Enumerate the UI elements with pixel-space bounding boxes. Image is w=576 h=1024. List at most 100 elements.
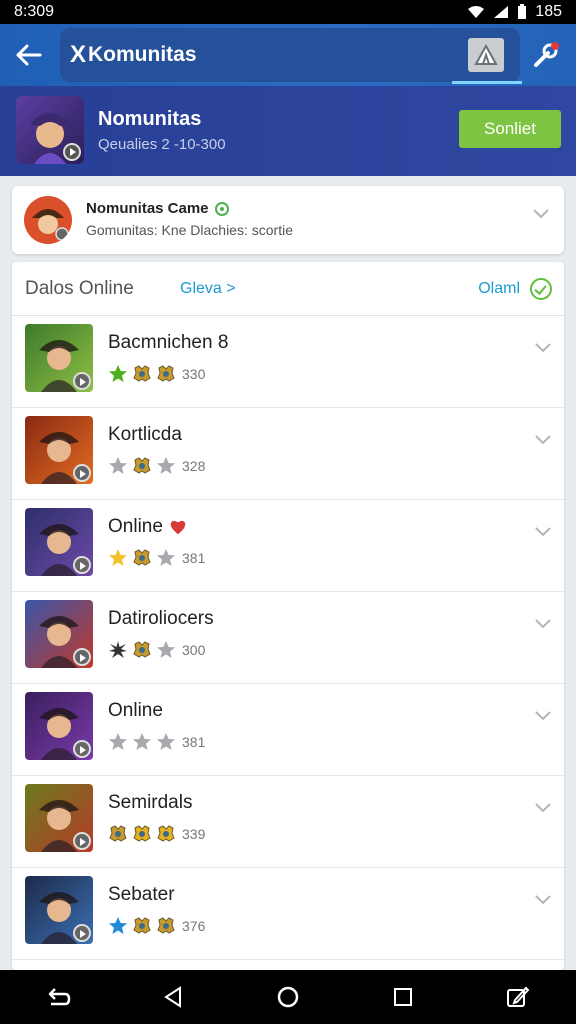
chevron-down-icon[interactable]	[534, 430, 552, 448]
list-item[interactable]: Bacmnichen 8 330	[12, 316, 564, 408]
join-button[interactable]: Sonliet	[459, 110, 561, 148]
play-badge-icon	[73, 372, 91, 390]
triangle-back-icon	[163, 986, 181, 1008]
medal-icon	[133, 917, 151, 934]
list-item[interactable]: Semirdals 339	[12, 776, 564, 868]
battery-icon	[517, 4, 527, 20]
chevron-down-icon[interactable]	[534, 706, 552, 724]
chevron-down-icon[interactable]	[534, 338, 552, 356]
nav-back-button[interactable]	[153, 977, 193, 1017]
tab-indicator	[452, 81, 522, 84]
online-list: Dalos Online Gleva > Olaml Bacmnichen 8 3…	[12, 262, 564, 970]
list-status-label[interactable]: Olaml	[478, 280, 520, 298]
heart-icon	[170, 520, 186, 535]
game-title-text: Nomunitas Came	[86, 200, 209, 217]
star-gray-icon	[157, 549, 175, 566]
community-header: Nomunitas Qeualies 2 -10-300 Sonliet	[0, 86, 576, 176]
player-score: 300	[182, 642, 206, 658]
gold-medal-icon	[133, 825, 151, 842]
status-bar: 8:309 185	[0, 0, 576, 24]
player-name: Datiroliocers	[108, 608, 214, 630]
chevron-down-icon[interactable]	[532, 204, 550, 222]
list-item[interactable]: Online 381	[12, 500, 564, 592]
player-stats: 376	[108, 916, 205, 936]
player-avatar	[25, 784, 93, 852]
player-avatar	[25, 508, 93, 576]
check-icon[interactable]	[530, 278, 552, 300]
app-title: Komunitas	[88, 43, 197, 66]
home-circle-icon	[277, 986, 299, 1008]
player-stats: 330	[108, 364, 205, 384]
player-stats: 300	[108, 640, 205, 660]
star-blue-icon	[109, 917, 127, 934]
list-rows: Bacmnichen 8 330 Kortlicda 328 Online 381 Dati…	[12, 316, 564, 960]
community-subtitle: Qeualies 2 -10-300	[98, 136, 226, 153]
list-item[interactable]: Datiroliocers 300	[12, 592, 564, 684]
player-score: 381	[182, 734, 206, 750]
player-score: 330	[182, 366, 206, 382]
app-title-prefix: X	[70, 41, 87, 68]
app-title-box: X Komunitas	[60, 28, 520, 82]
star-green-icon	[109, 365, 127, 382]
play-badge-icon	[73, 832, 91, 850]
player-name-text: Semirdals	[108, 792, 193, 813]
player-name: Bacmnichen 8	[108, 332, 228, 354]
player-name-text: Online	[108, 516, 163, 537]
medal-icon	[109, 825, 127, 842]
verified-icon	[214, 201, 229, 216]
player-score: 376	[182, 918, 206, 934]
medal-icon	[157, 917, 175, 934]
player-name-text: Sebater	[108, 884, 175, 905]
signal-icon	[493, 5, 509, 19]
nav-undo-button[interactable]	[38, 977, 78, 1017]
list-item[interactable]: Kortlicda 328	[12, 408, 564, 500]
player-name: Online	[108, 700, 163, 722]
back-arrow-icon	[16, 44, 42, 66]
app-bar: X Komunitas	[0, 24, 576, 86]
medal-icon	[157, 365, 175, 382]
game-card[interactable]: Nomunitas Came Gomunitas: Kne Dlachies: …	[12, 186, 564, 254]
player-name-text: Bacmnichen 8	[108, 332, 229, 353]
list-header: Dalos Online Gleva > Olaml	[12, 262, 564, 316]
player-avatar	[25, 876, 93, 944]
wifi-icon	[467, 5, 485, 19]
player-score: 381	[182, 550, 206, 566]
player-avatar	[25, 416, 93, 484]
star-gray-icon	[133, 733, 151, 750]
list-item[interactable]: Online 381	[12, 684, 564, 776]
player-stats: 381	[108, 732, 205, 752]
player-score: 328	[182, 458, 206, 474]
back-button[interactable]	[0, 24, 58, 86]
player-name: Online	[108, 516, 187, 538]
list-view-link[interactable]: Gleva >	[180, 280, 236, 298]
chevron-down-icon[interactable]	[534, 890, 552, 908]
play-badge-icon	[73, 464, 91, 482]
wrench-icon	[534, 42, 559, 67]
player-stats: 328	[108, 456, 205, 476]
player-avatar	[25, 692, 93, 760]
gold-medal-icon	[157, 825, 175, 842]
player-avatar	[25, 324, 93, 392]
chevron-down-icon[interactable]	[534, 522, 552, 540]
medal-icon	[133, 549, 151, 566]
status-time: 8:309	[14, 3, 55, 20]
undo-icon	[48, 988, 70, 1006]
player-score: 339	[182, 826, 206, 842]
community-avatar[interactable]	[16, 96, 84, 164]
community-icon	[474, 44, 498, 65]
chevron-down-icon[interactable]	[534, 614, 552, 632]
community-tab-button[interactable]	[468, 38, 504, 72]
list-title: Dalos Online	[25, 278, 134, 299]
game-avatar	[24, 196, 72, 244]
nav-edit-button[interactable]	[498, 977, 538, 1017]
nav-home-button[interactable]	[268, 977, 308, 1017]
play-badge-icon	[73, 740, 91, 758]
chevron-down-icon[interactable]	[534, 798, 552, 816]
nav-recents-button[interactable]	[383, 977, 423, 1017]
star-gray-icon	[109, 457, 127, 474]
tools-button[interactable]	[528, 38, 564, 72]
list-item[interactable]: Sebater 376	[12, 868, 564, 960]
player-name: Kortlicda	[108, 424, 182, 446]
player-avatar	[25, 600, 93, 668]
player-name: Sebater	[108, 884, 175, 906]
